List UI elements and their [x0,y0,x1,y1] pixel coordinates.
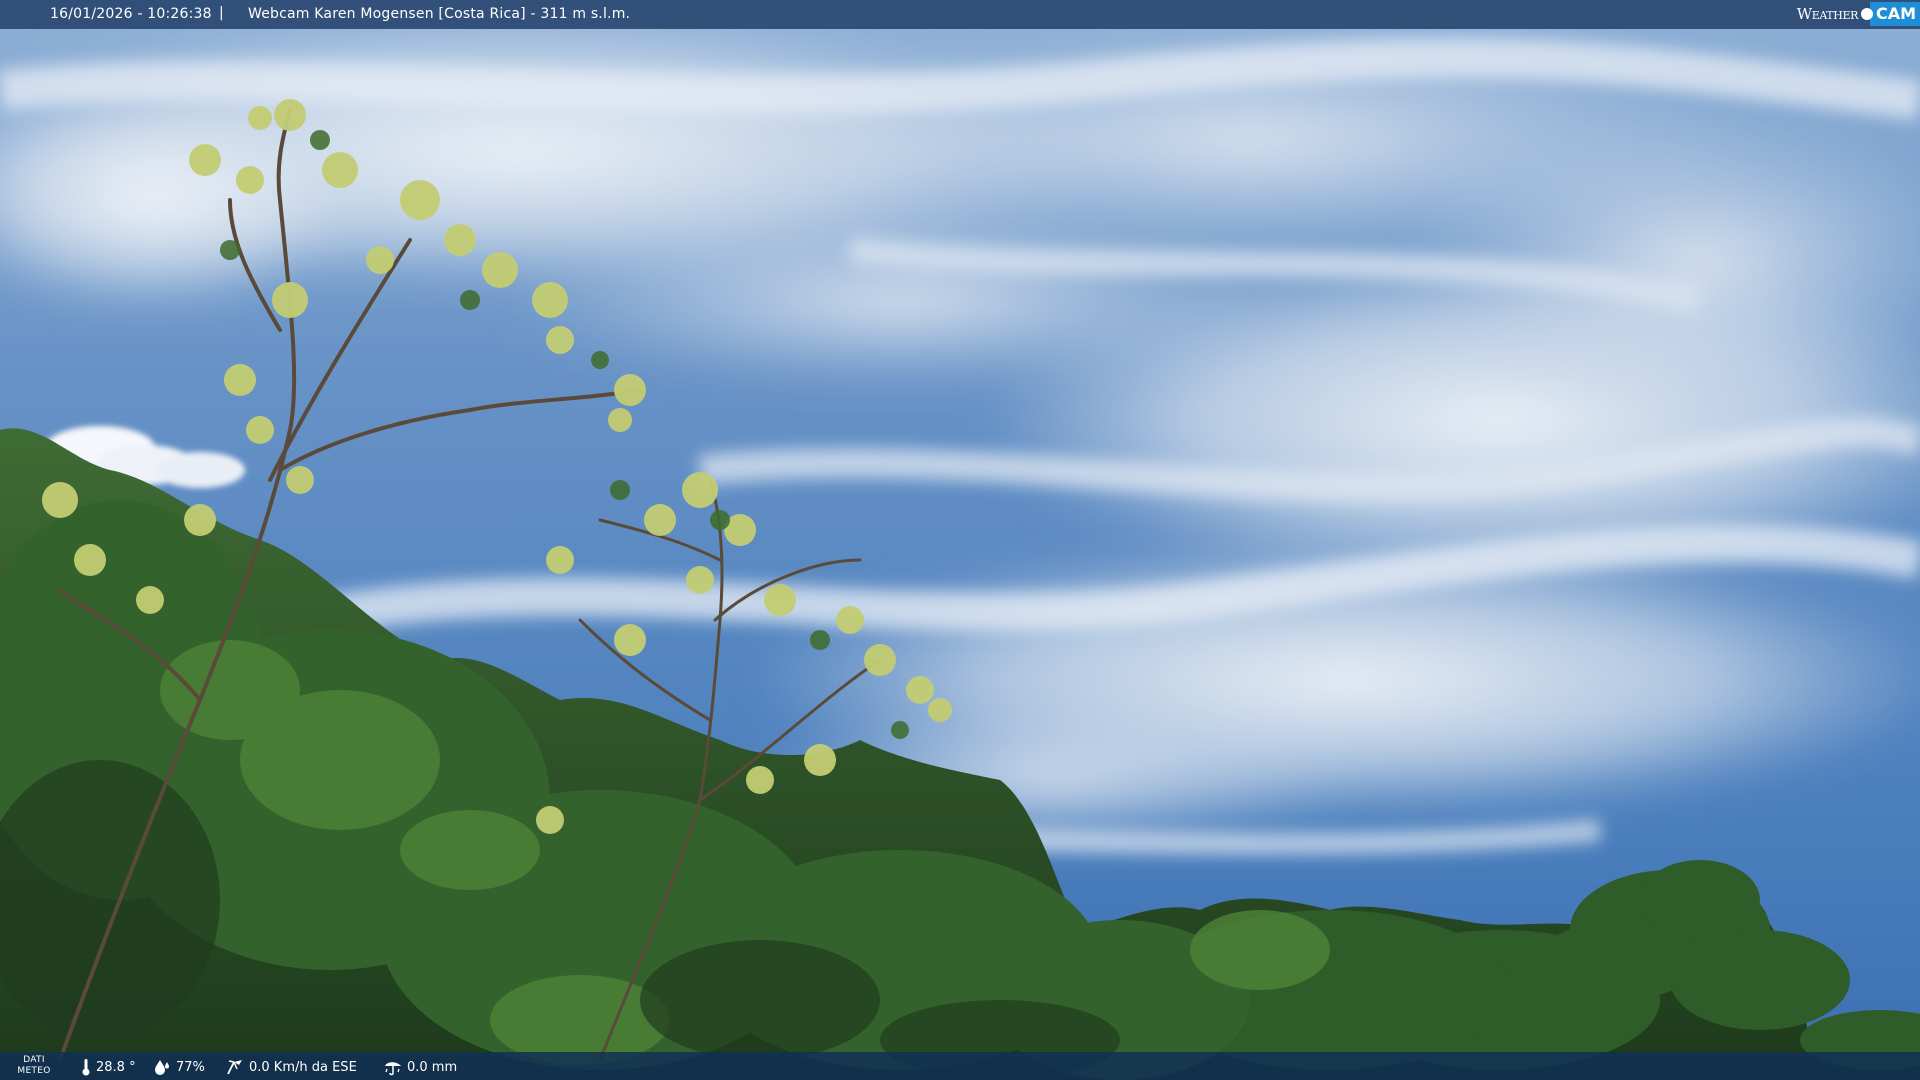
logo-dot-icon [1860,7,1873,20]
wind-value: 0.0 Km/h da ESE [249,1059,357,1075]
logo-weather-text: Weather [1796,4,1859,23]
header-separator: | [219,5,224,21]
dati-meteo-label: DATI METEO [8,1055,60,1077]
webcam-image [0,0,1920,1080]
humidity-value: 77% [176,1059,205,1075]
webcam-frame: 16/01/2026 - 10:26:38 | Webcam Karen Mog… [0,0,1920,1080]
dati-meteo-line1: DATI [23,1055,45,1065]
weathercam-logo[interactable]: Weather CAM [1797,0,1920,27]
weather-data-bar: DATI METEO 28.8 ° 77% 0.0 Km/h da ESE 0.… [0,1052,1920,1080]
humidity-drop-icon [155,1060,169,1075]
humidity-reading: 77% [152,1058,205,1076]
top-info-bar: 16/01/2026 - 10:26:38 | Webcam Karen Mog… [0,0,1920,29]
capture-datetime: 16/01/2026 - 10:26:38 [50,6,212,22]
dati-meteo-line2: METEO [17,1066,51,1076]
rain-icon [385,1062,401,1076]
rain-reading: 0.0 mm [383,1058,457,1076]
temperature-value: 28.8 ° [96,1059,136,1075]
rain-value: 0.0 mm [407,1059,458,1075]
logo-cam-text: CAM [1869,1,1920,26]
temperature-reading: 28.8 ° [80,1058,136,1076]
webcam-title: Webcam Karen Mogensen [Costa Rica] - 311… [248,6,631,22]
wind-icon [227,1060,242,1075]
wind-reading: 0.0 Km/h da ESE [225,1058,357,1076]
thermometer-icon [82,1059,90,1076]
